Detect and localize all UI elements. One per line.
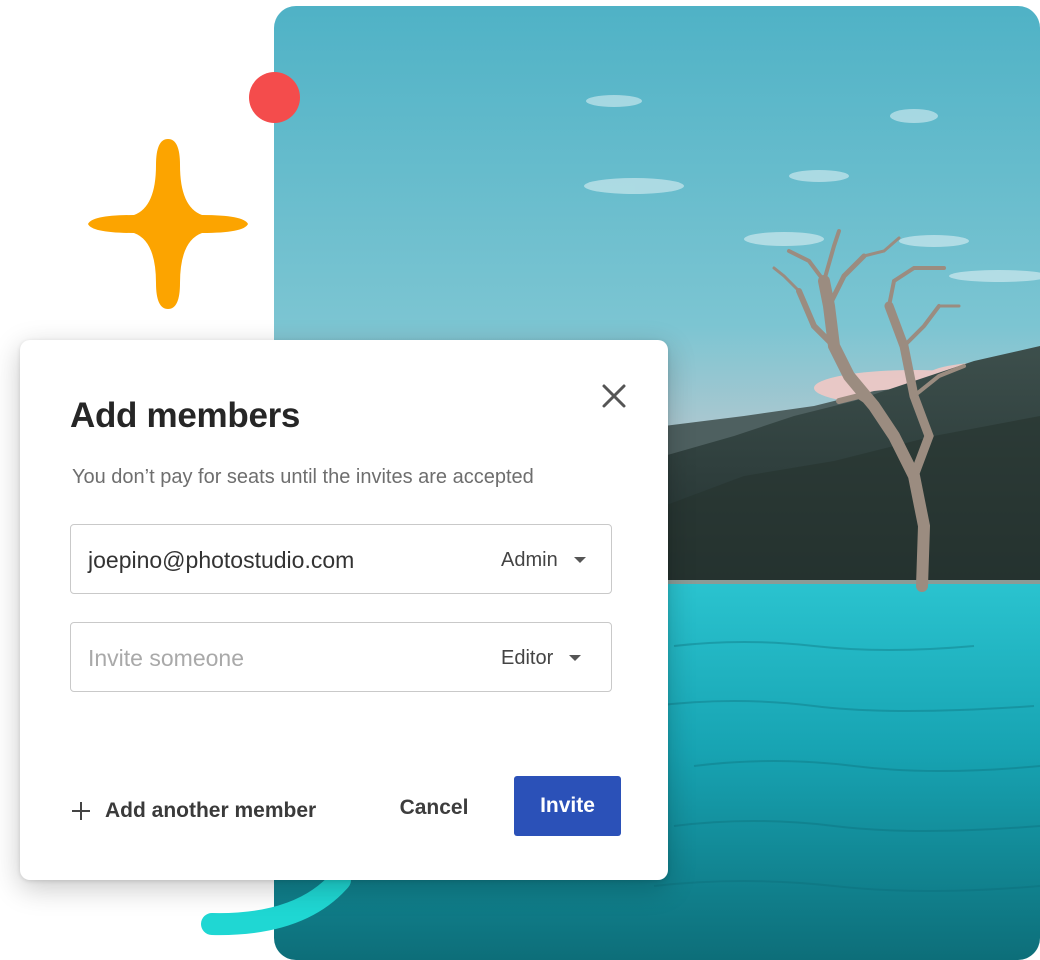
stage: Add members You don’t pay for seats unti… [0, 0, 1040, 960]
close-button[interactable] [596, 378, 632, 414]
add-another-member-label: Add another member [105, 799, 317, 822]
member-email-value[interactable]: joepino@photostudio.com [88, 547, 354, 574]
add-another-member-button[interactable]: Add another member [72, 796, 316, 826]
add-members-dialog: Add members You don’t pay for seats unti… [20, 340, 668, 880]
chevron-down-icon [573, 557, 586, 563]
dialog-subtitle: You don’t pay for seats until the invite… [72, 466, 534, 488]
dialog-title: Add members [70, 396, 301, 435]
red-dot-decoration [249, 72, 300, 123]
chevron-down-icon [569, 655, 582, 661]
star-decoration [88, 139, 248, 309]
member-email-field[interactable]: joepino@photostudio.com Admin [70, 524, 612, 594]
invite-someone-field[interactable]: Invite someone Editor [70, 622, 612, 692]
role-label: Editor [501, 646, 554, 669]
role-label: Admin [501, 548, 558, 571]
invite-placeholder[interactable]: Invite someone [88, 645, 244, 672]
role-select-admin[interactable]: Admin [501, 547, 586, 573]
cancel-button[interactable]: Cancel [386, 778, 482, 838]
plus-icon [72, 802, 90, 820]
close-icon [602, 384, 626, 408]
invite-button[interactable]: Invite [514, 776, 621, 836]
role-select-editor[interactable]: Editor [501, 645, 582, 671]
